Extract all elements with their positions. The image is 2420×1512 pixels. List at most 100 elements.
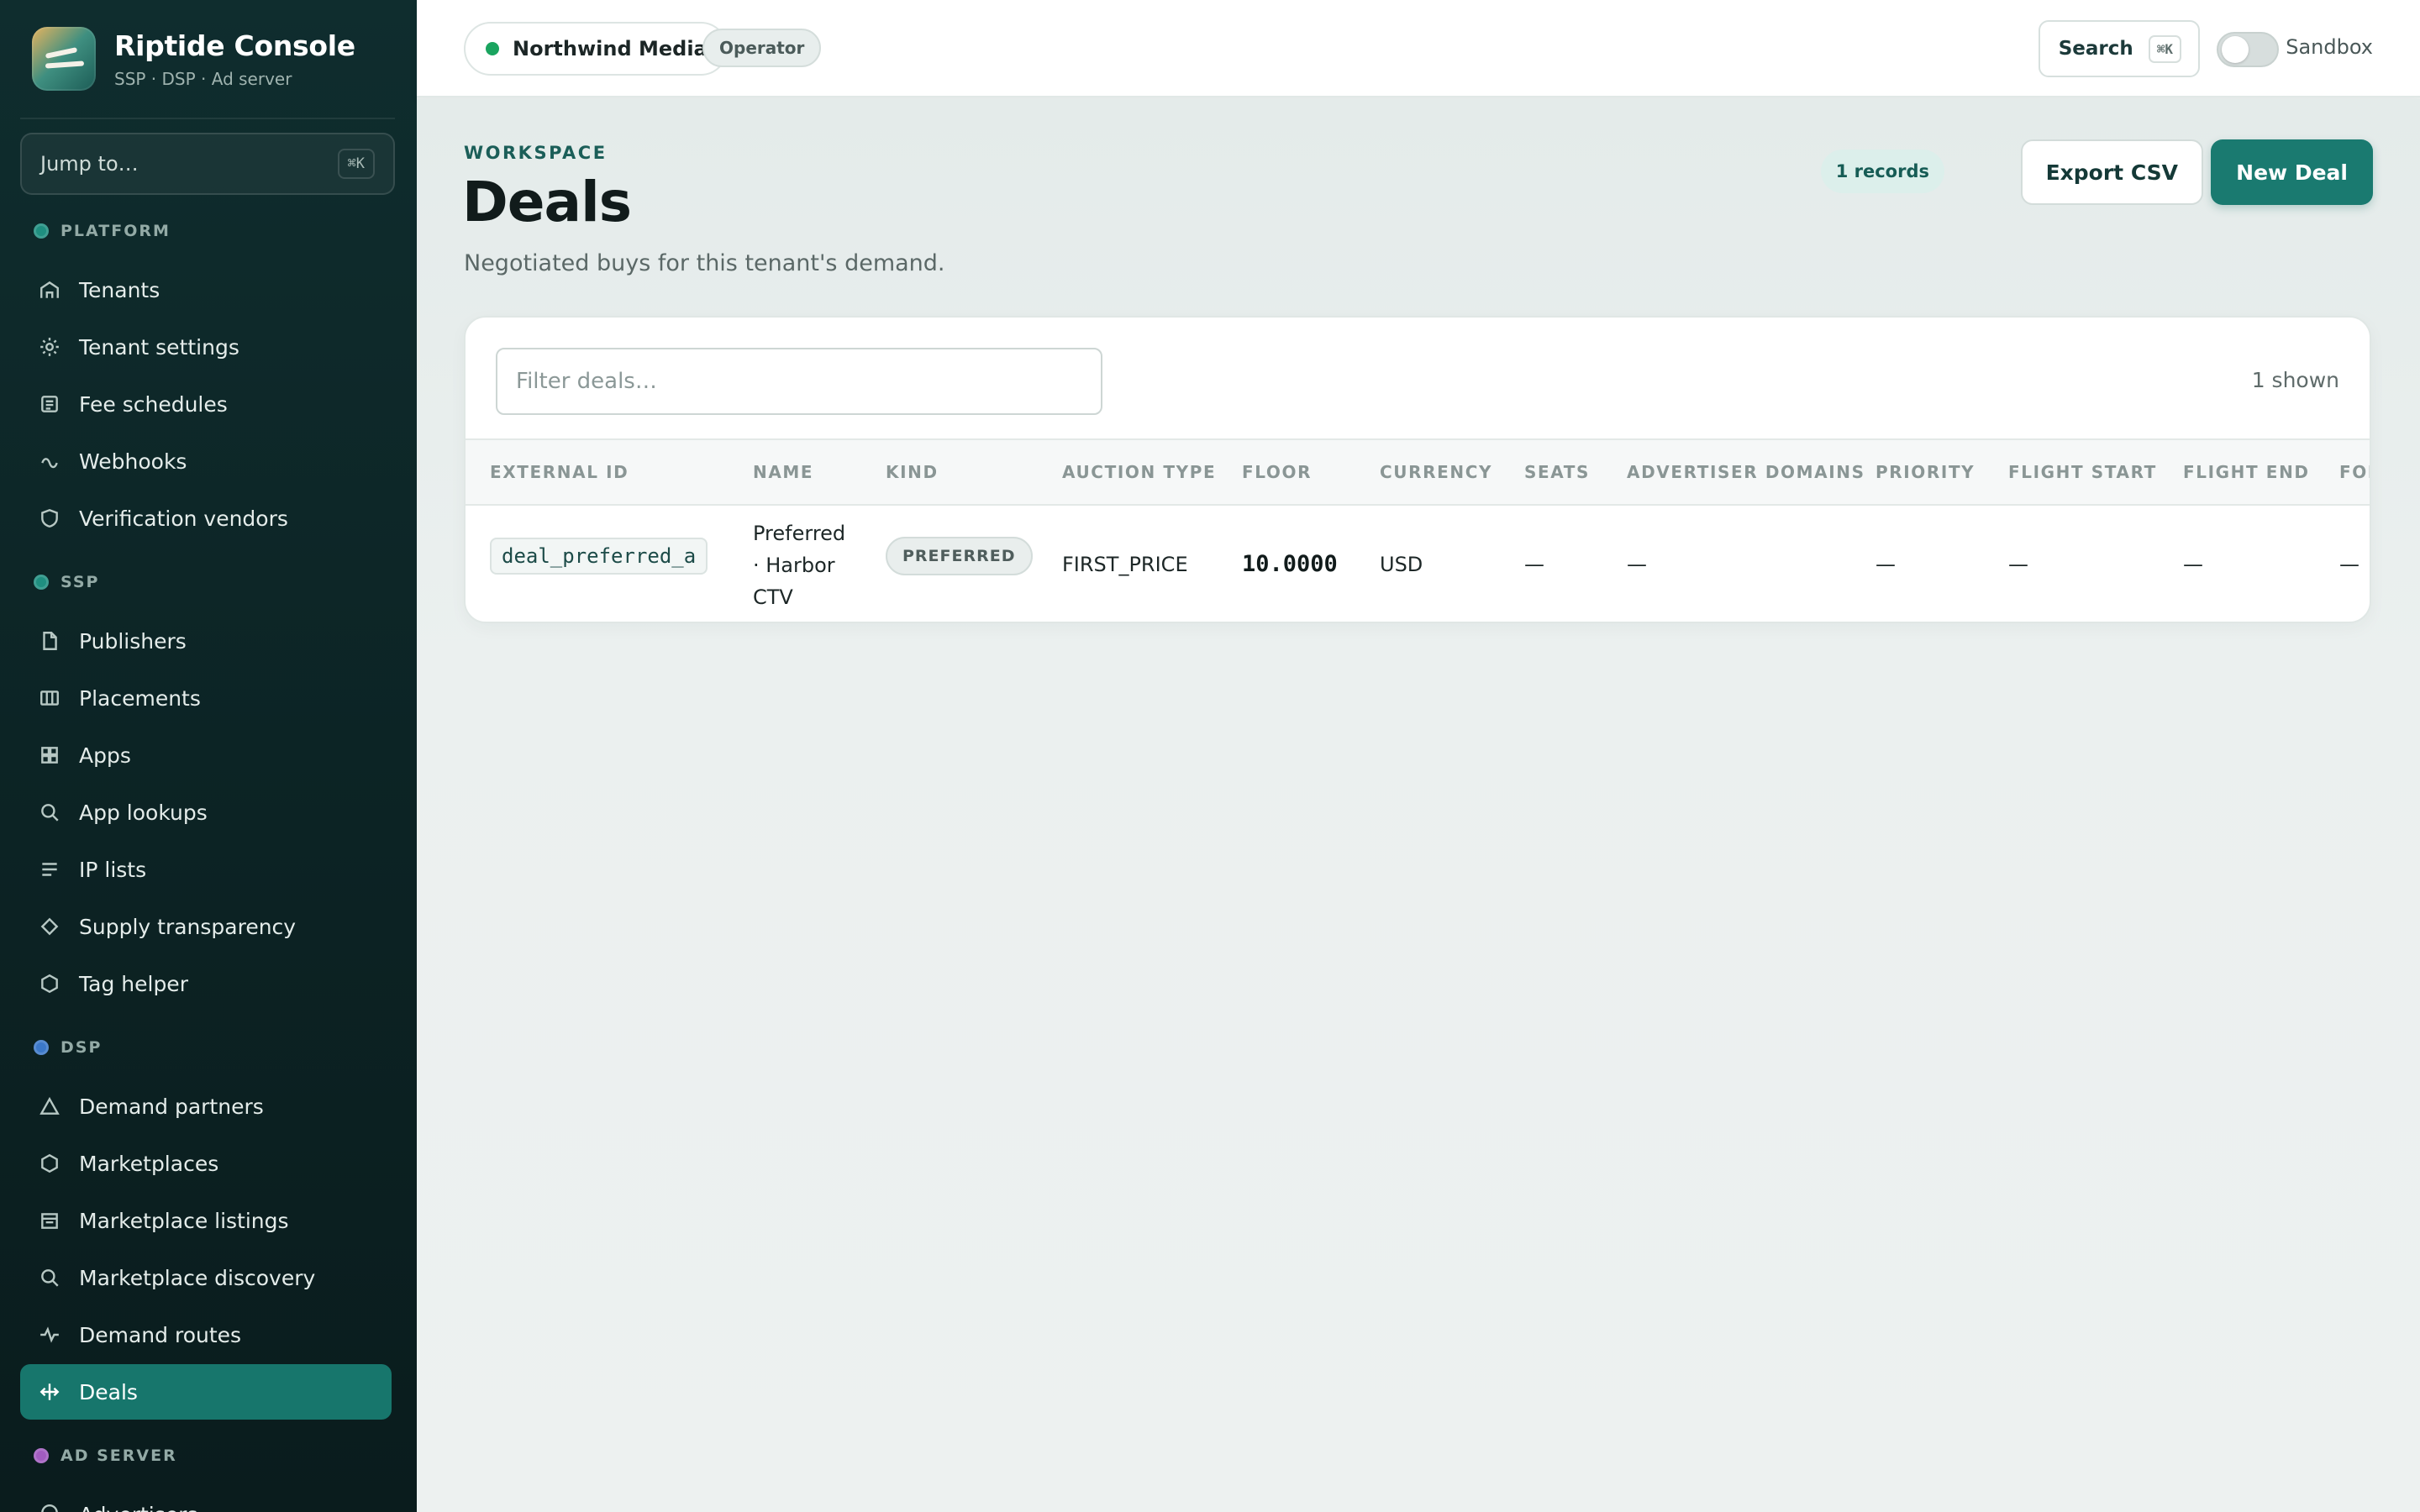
sidebar-item-fee-schedules[interactable]: Fee schedules (20, 376, 392, 432)
sidebar-item-label: Tag helper (79, 971, 188, 996)
sidebar-item-label: Publishers (79, 628, 187, 654)
filter-deals-input[interactable] (496, 348, 1102, 415)
kind-badge: PREFERRED (886, 537, 1033, 575)
seats: — (1524, 553, 1544, 576)
hexagon-icon (37, 1151, 62, 1176)
tenant-name: Northwind Media (513, 37, 708, 60)
jump-to-label: Jump to… (40, 152, 139, 176)
sidebar-item-advertisers[interactable]: Advertisers (20, 1487, 392, 1512)
column-header[interactable]: FLIGHT END (2183, 440, 2310, 504)
main-content: WORKSPACE Deals Negotiated buys for this… (417, 99, 2420, 1512)
sidebar-item-label: Tenant settings (79, 334, 239, 360)
sidebar-item-supply-transparency[interactable]: Supply transparency (20, 899, 392, 954)
sidebar-item-label: Apps (79, 743, 131, 768)
sidebar-item-label: Demand partners (79, 1094, 264, 1119)
sidebar-item-tenant-settings[interactable]: Tenant settings (20, 319, 392, 375)
tenant-switcher[interactable]: Northwind Media (464, 22, 728, 76)
store-icon (37, 1208, 62, 1233)
sidebar-item-marketplace-discovery[interactable]: Marketplace discovery (20, 1250, 392, 1305)
file-icon (37, 628, 62, 654)
sidebar-item-deals[interactable]: Deals (20, 1364, 392, 1420)
status-dot-icon (486, 42, 499, 55)
external-id-chip[interactable]: deal_preferred_a (490, 538, 708, 575)
sidebar: Riptide Console SSP · DSP · Ad server Ju… (0, 0, 417, 1512)
table-header: EXTERNAL ID NAME KIND AUCTION TYPE FLOOR… (466, 438, 2370, 506)
search-button[interactable]: Search ⌘K (2038, 20, 2200, 77)
sidebar-item-label: App lookups (79, 800, 208, 825)
riptide-logo-icon (32, 27, 96, 91)
jump-shortcut: ⌘K (337, 149, 375, 179)
webhook-icon (37, 449, 62, 474)
grid-icon (37, 743, 62, 768)
section-dsp-label: DSP (60, 1038, 103, 1057)
column-header[interactable]: FOR (2339, 440, 2370, 504)
sidebar-item-label: Marketplace listings (79, 1208, 289, 1233)
sandbox-label: Sandbox (2286, 35, 2373, 59)
sidebar-item-label: Verification vendors (79, 506, 288, 531)
sidebar-item-placements[interactable]: Placements (20, 670, 392, 726)
sidebar-item-label: Webhooks (79, 449, 187, 474)
column-header[interactable]: PRIORITY (1876, 440, 1975, 504)
sidebar-item-tenants[interactable]: Tenants (20, 262, 392, 318)
flight-start: — (2008, 553, 2028, 576)
priority: — (1876, 553, 1896, 576)
sidebar-nav: PLATFORM Tenants Tenant settings Fee sch… (0, 217, 417, 1512)
sidebar-item-label: Placements (79, 685, 201, 711)
table-row[interactable]: deal_preferred_a Preferred · Harbor CTV … (466, 506, 2370, 622)
floor-value: 10.0000 (1242, 551, 1338, 577)
sidebar-item-marketplace-listings[interactable]: Marketplace listings (20, 1193, 392, 1248)
list-icon (37, 857, 62, 882)
section-dot-icon (34, 1448, 49, 1463)
sidebar-item-verification-vendors[interactable]: Verification vendors (20, 491, 392, 546)
search-shortcut: ⌘K (2148, 34, 2181, 63)
section-dot-icon (34, 223, 49, 239)
brand-subtitle: SSP · DSP · Ad server (114, 68, 292, 89)
sidebar-item-app-lookups[interactable]: App lookups (20, 785, 392, 840)
column-header[interactable]: CURRENCY (1380, 440, 1492, 504)
sidebar-item-webhooks[interactable]: Webhooks (20, 433, 392, 489)
sidebar-divider (20, 118, 395, 119)
records-badge: 1 records (1820, 150, 1944, 193)
sidebar-item-label: Tenants (79, 277, 160, 302)
new-deal-button[interactable]: New Deal (2211, 139, 2373, 205)
column-header[interactable]: ADVERTISER DOMAINS (1627, 440, 1865, 504)
export-csv-button[interactable]: Export CSV (2020, 139, 2203, 205)
sidebar-item-tag-helper[interactable]: Tag helper (20, 956, 392, 1011)
section-dot-icon (34, 575, 49, 590)
column-header[interactable]: AUCTION TYPE (1062, 440, 1216, 504)
jump-to-button[interactable]: Jump to… ⌘K (20, 133, 395, 195)
sidebar-item-ip-lists[interactable]: IP lists (20, 842, 392, 897)
page-subtitle: Negotiated buys for this tenant's demand… (464, 250, 945, 276)
sidebar-item-label: Fee schedules (79, 391, 228, 417)
sandbox-toggle[interactable] (2217, 32, 2279, 67)
column-header[interactable]: EXTERNAL ID (490, 440, 629, 504)
column-header[interactable]: SEATS (1524, 440, 1590, 504)
arch-icon (37, 1502, 62, 1512)
brand[interactable]: Riptide Console SSP · DSP · Ad server (32, 27, 355, 91)
column-header[interactable]: KIND (886, 440, 939, 504)
column-header[interactable]: FLIGHT START (2008, 440, 2157, 504)
columns-icon (37, 685, 62, 711)
sidebar-item-apps[interactable]: Apps (20, 727, 392, 783)
search-icon (37, 1265, 62, 1290)
sidebar-item-marketplaces[interactable]: Marketplaces (20, 1136, 392, 1191)
sidebar-item-label: Supply transparency (79, 914, 297, 939)
pulse-icon (37, 1322, 62, 1347)
section-ad-server: AD SERVER (0, 1441, 417, 1470)
deals-icon (37, 1379, 62, 1404)
sidebar-item-demand-routes[interactable]: Demand routes (20, 1307, 392, 1362)
column-header[interactable]: NAME (753, 440, 813, 504)
role-badge: Operator (702, 29, 822, 67)
sidebar-item-publishers[interactable]: Publishers (20, 613, 392, 669)
brand-title: Riptide Console (114, 29, 355, 62)
triangle-icon (37, 1094, 62, 1119)
deals-table-card: 1 shown EXTERNAL ID NAME KIND AUCTION TY… (464, 316, 2371, 623)
hexagon-icon (37, 971, 62, 996)
deal-name: Preferred · Harbor CTV (753, 522, 846, 609)
column-header[interactable]: FLOOR (1242, 440, 1312, 504)
page-title: Deals (462, 170, 632, 234)
sidebar-item-demand-partners[interactable]: Demand partners (20, 1079, 392, 1134)
shield-icon (37, 506, 62, 531)
advertiser-domains: — (1627, 553, 1647, 576)
section-dot-icon (34, 1040, 49, 1055)
